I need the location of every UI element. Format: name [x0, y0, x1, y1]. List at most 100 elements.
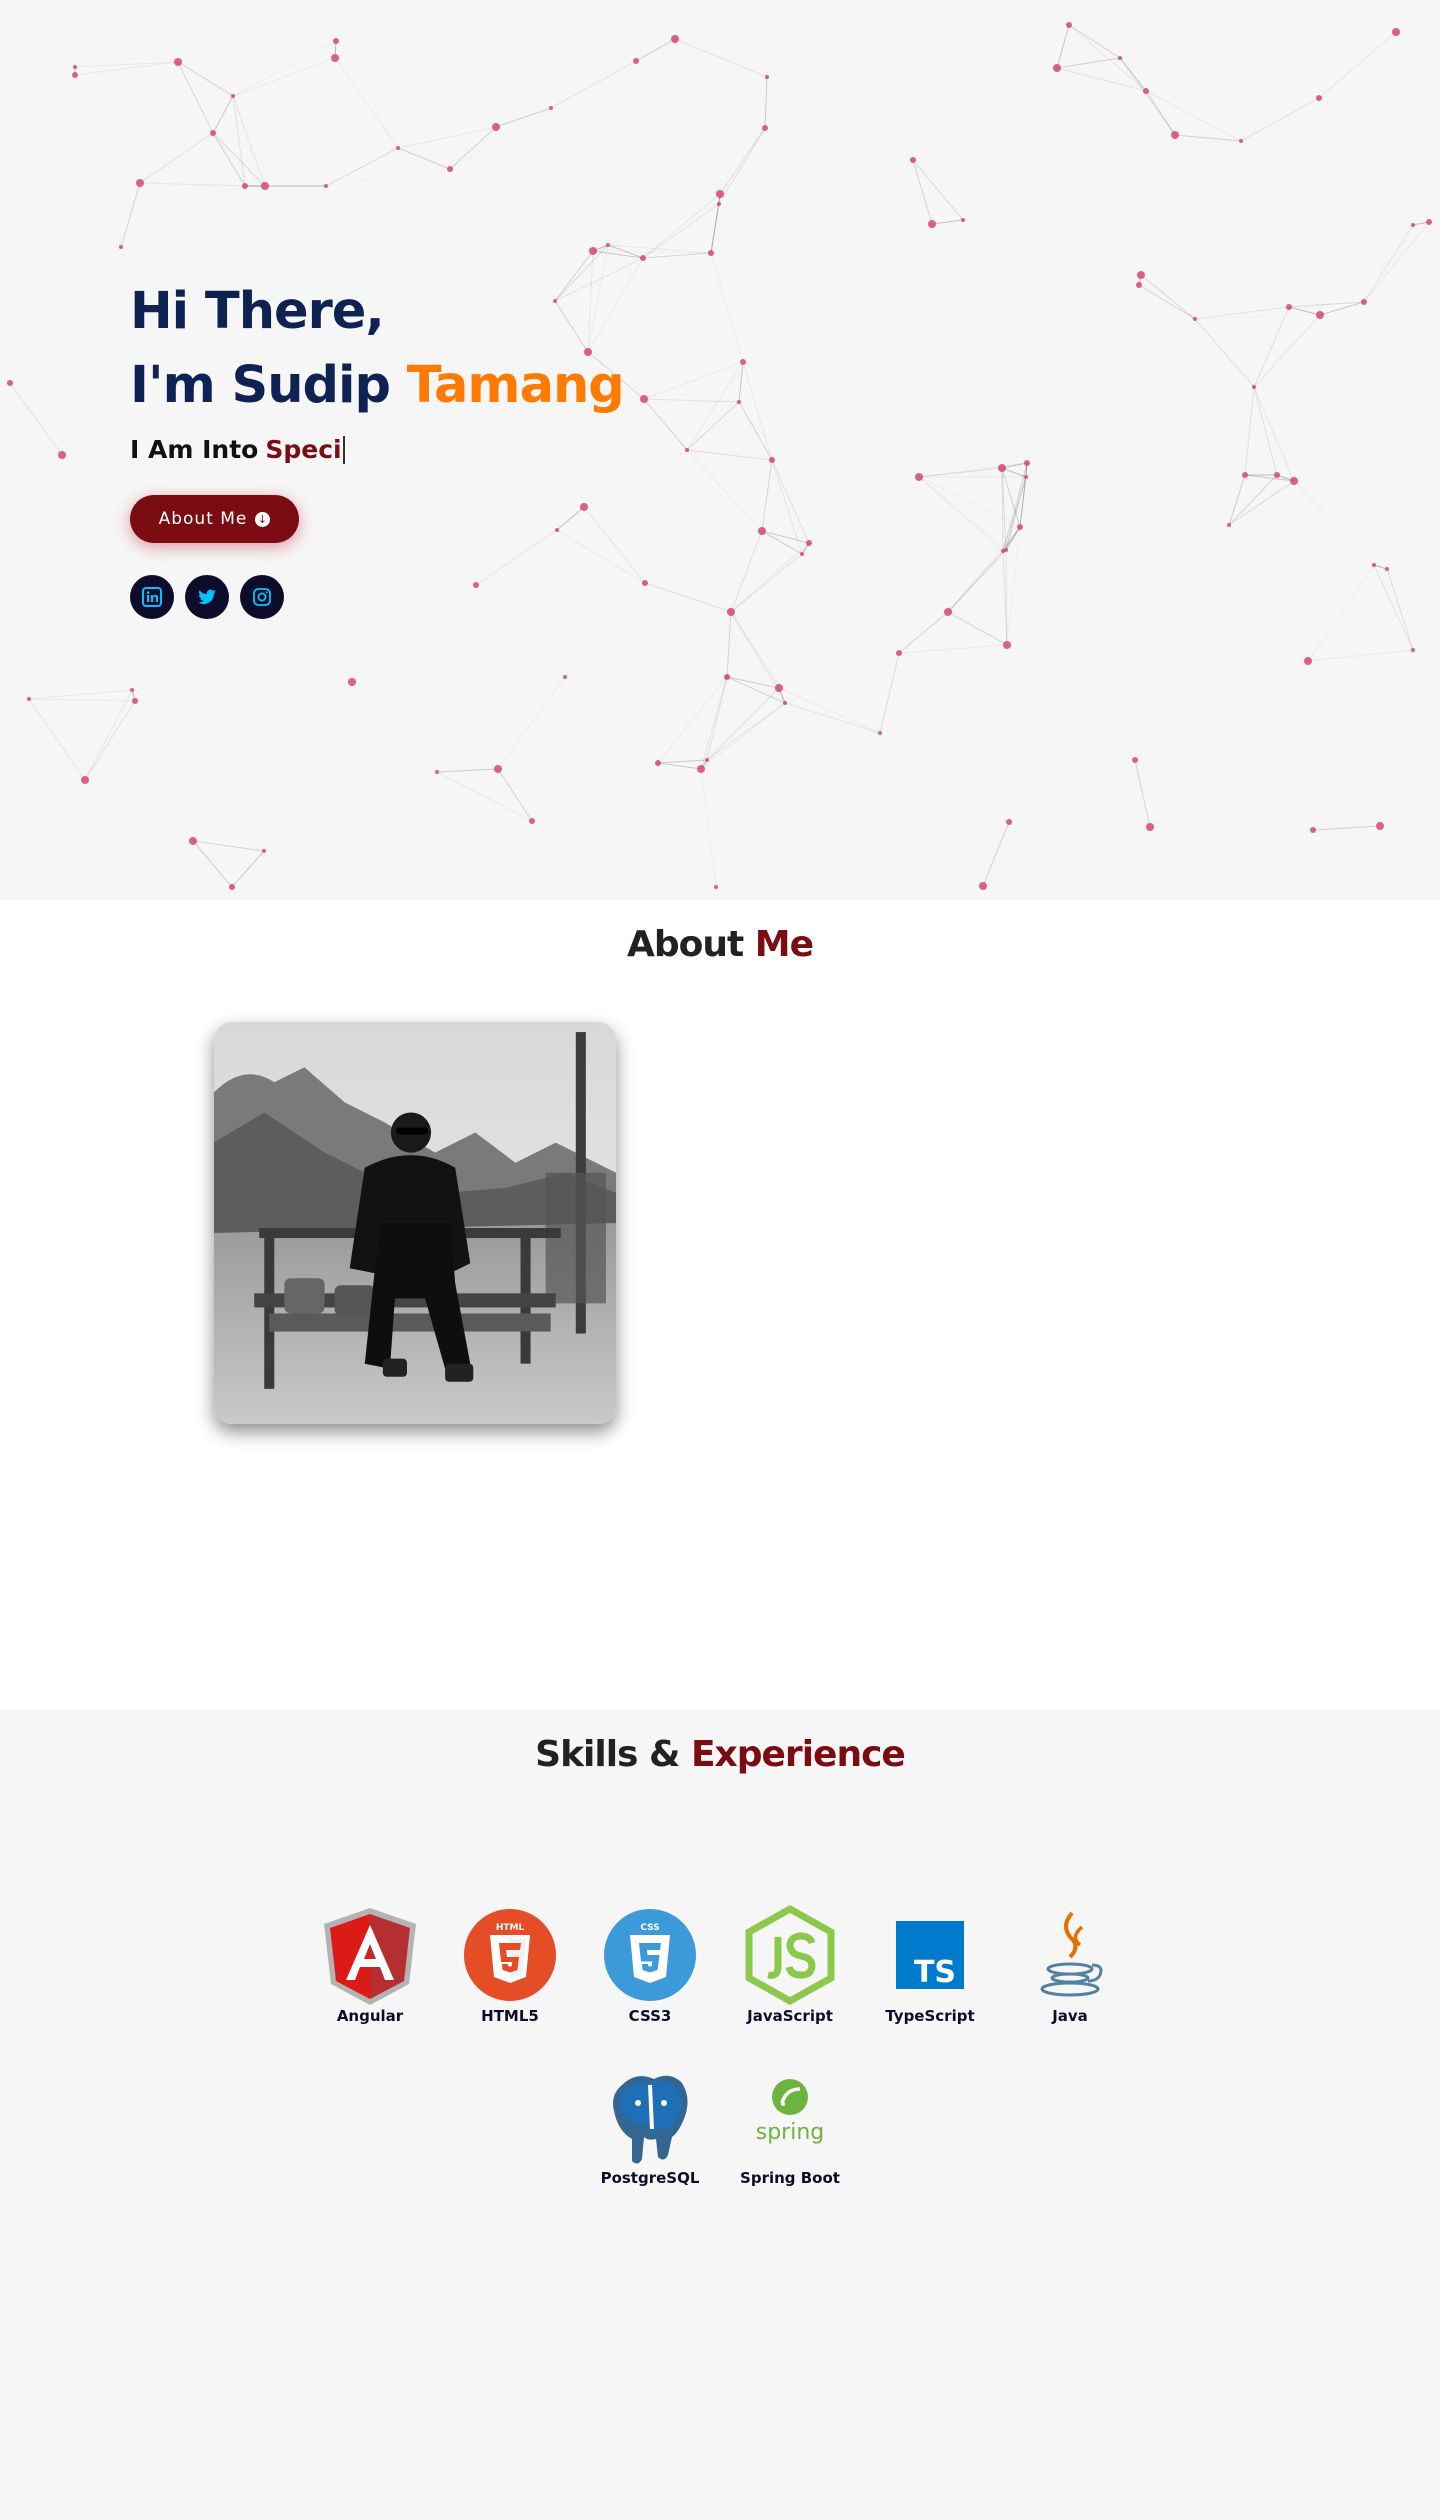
- particle-node: [717, 202, 721, 206]
- spring-icon: spring: [740, 2067, 840, 2167]
- hero-subtitle: I Am Into Speci: [130, 435, 624, 464]
- particle-link: [326, 58, 335, 186]
- particle-link: [326, 169, 450, 186]
- particle-link: [686, 449, 763, 532]
- particle-node: [1193, 317, 1197, 321]
- particle-link: [947, 526, 1021, 613]
- skill-label: TypeScript: [885, 2007, 975, 2025]
- particle-node: [740, 359, 746, 365]
- skill-item-angular: Angular: [305, 1905, 435, 2025]
- particle-node: [396, 146, 400, 150]
- particle-link: [192, 840, 265, 852]
- particle-node: [1146, 823, 1154, 831]
- particle-node: [72, 72, 78, 78]
- particle-link: [74, 61, 179, 76]
- particle-link: [645, 531, 762, 583]
- about-me-button[interactable]: About Me ↓: [130, 495, 299, 543]
- particle-node: [1017, 524, 1023, 530]
- particle-node: [435, 770, 439, 774]
- particle-link: [85, 780, 193, 841]
- skill-item-postgresql: PostgreSQL: [585, 2067, 715, 2187]
- particle-link: [1253, 386, 1278, 476]
- particle-node: [473, 582, 479, 588]
- particle-link: [898, 611, 949, 654]
- twitter-link[interactable]: [185, 575, 229, 619]
- particle-link: [556, 506, 585, 531]
- particle-node: [333, 38, 339, 44]
- particle-node: [1310, 827, 1316, 833]
- about-me-button-label: About Me: [158, 509, 248, 529]
- particle-link: [212, 95, 234, 134]
- particle-link: [643, 361, 744, 400]
- particle-link: [1307, 649, 1414, 662]
- particle-link: [785, 653, 899, 703]
- particle-link: [1386, 568, 1414, 651]
- profile-photo-image: [214, 1022, 616, 1424]
- particle-node: [1376, 822, 1384, 830]
- particle-link: [635, 38, 676, 62]
- particle-link: [674, 38, 768, 78]
- skill-label: Spring Boot: [740, 2169, 840, 2187]
- particle-node: [1006, 819, 1012, 825]
- particle-link: [642, 252, 712, 259]
- typescript-icon: TS: [880, 1905, 980, 2005]
- nodejs-icon: [740, 1905, 840, 2005]
- particle-node: [758, 527, 766, 535]
- particle-node: [231, 94, 235, 98]
- particle-link: [436, 771, 533, 822]
- particle-link: [1145, 90, 1242, 142]
- particle-node: [775, 684, 783, 692]
- particle-node: [1316, 311, 1324, 319]
- particle-node: [1024, 475, 1028, 479]
- skill-item-typescript: TS TypeScript: [865, 1905, 995, 2025]
- particle-node: [563, 675, 567, 679]
- particle-node: [261, 182, 269, 190]
- particle-node: [1227, 523, 1231, 527]
- particle-node: [606, 243, 610, 247]
- particle-node: [136, 179, 144, 187]
- particle-link: [436, 768, 499, 773]
- particle-node: [1252, 385, 1256, 389]
- particle-node: [724, 674, 730, 680]
- particle-link: [1140, 274, 1196, 320]
- particle-link: [657, 759, 708, 764]
- particle-node: [492, 123, 500, 131]
- svg-text:TS: TS: [914, 1955, 956, 1990]
- particle-link: [139, 132, 214, 184]
- particle-link: [1253, 386, 1295, 482]
- particle-link: [738, 401, 773, 461]
- skill-item-css3: CSS CSS3: [585, 1905, 715, 2025]
- hero-section: Hi There, I'm Sudip Tamang I Am Into Spe…: [0, 0, 1440, 900]
- particle-node: [348, 678, 356, 686]
- particle-link: [28, 698, 86, 781]
- particle-node: [737, 400, 741, 404]
- about-title: About Me: [0, 924, 1440, 965]
- particle-node: [1118, 56, 1122, 60]
- particle-node: [189, 837, 197, 845]
- particle-link: [232, 95, 246, 187]
- skill-label: Java: [1052, 2007, 1088, 2025]
- particle-link: [336, 41, 398, 148]
- particle-node: [765, 75, 769, 79]
- particle-link: [912, 159, 933, 225]
- particle-link: [1068, 24, 1121, 59]
- particle-link: [706, 687, 780, 761]
- about-section: About Me: [0, 900, 1440, 1710]
- skills-section: Skills & Experience Angular HTML HTML5 C…: [0, 1710, 1440, 2520]
- instagram-link[interactable]: [240, 575, 284, 619]
- particle-node: [944, 608, 952, 616]
- particle-node: [961, 218, 965, 222]
- particle-node: [331, 54, 339, 62]
- particle-link: [1253, 314, 1321, 388]
- particle-node: [229, 884, 235, 890]
- particle-link: [1056, 57, 1121, 69]
- particle-node: [1286, 304, 1292, 310]
- particle-node: [642, 580, 648, 586]
- particle-node: [633, 58, 639, 64]
- particle-link: [779, 653, 899, 688]
- particle-link: [643, 398, 688, 451]
- particle-link: [1308, 569, 1387, 661]
- particle-link: [1244, 386, 1255, 476]
- linkedin-link[interactable]: [130, 575, 174, 619]
- particle-link: [1288, 301, 1365, 308]
